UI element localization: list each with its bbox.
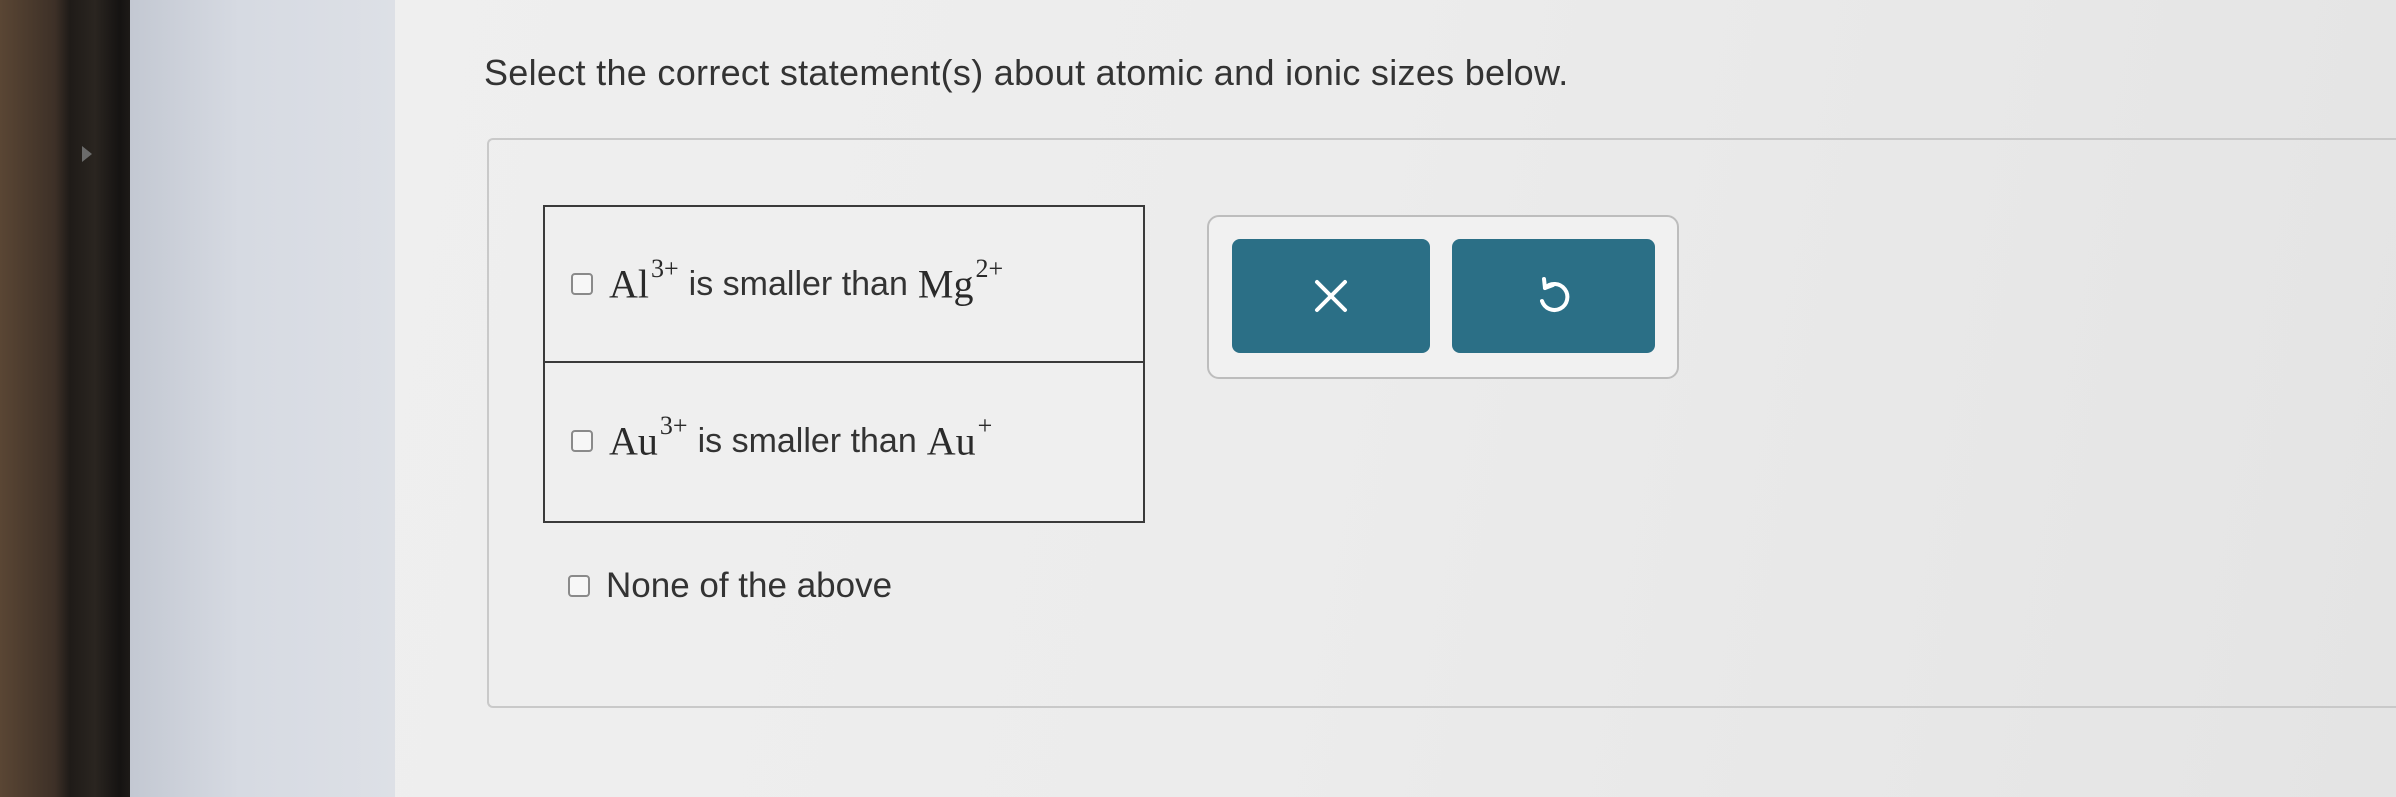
- undo-button[interactable]: [1452, 239, 1655, 353]
- option-2-relation: is smaller than: [697, 421, 917, 460]
- option-2-ion-b: Au+: [926, 411, 993, 464]
- action-button-panel: [1207, 215, 1679, 379]
- option-1-relation: is smaller than: [688, 264, 908, 303]
- option-2-checkbox[interactable]: [571, 430, 593, 452]
- bezel-arrow-icon: [82, 146, 92, 162]
- option-1-charge-a: 3+: [651, 254, 679, 284]
- monitor-bezel: [0, 0, 130, 797]
- option-none-label: None of the above: [606, 566, 893, 605]
- option-none-checkbox[interactable]: [568, 575, 590, 597]
- option-2-charge-b: +: [977, 411, 993, 441]
- clear-button[interactable]: [1232, 239, 1430, 353]
- option-2-charge-a: 3+: [659, 411, 688, 441]
- option-none-of-the-above[interactable]: None of the above: [568, 566, 892, 606]
- option-row-1[interactable]: Al3+ is smaller than Mg2+: [545, 207, 1143, 363]
- option-2-ion-a: Au3+: [609, 411, 688, 464]
- option-row-2[interactable]: Au3+ is smaller than Au+: [545, 363, 1143, 519]
- question-prompt: Select the correct statement(s) about at…: [484, 52, 1569, 93]
- options-table: Al3+ is smaller than Mg2+ Au3+ is smalle…: [543, 205, 1145, 523]
- option-1-ion-b: Mg2+: [917, 254, 1004, 307]
- option-1-checkbox[interactable]: [571, 273, 593, 295]
- x-icon: [1315, 280, 1347, 312]
- left-sidebar-panel: [130, 0, 395, 797]
- option-1-ion-a: Al3+: [609, 254, 679, 307]
- option-1-charge-b: 2+: [975, 254, 1004, 284]
- undo-icon: [1539, 277, 1569, 312]
